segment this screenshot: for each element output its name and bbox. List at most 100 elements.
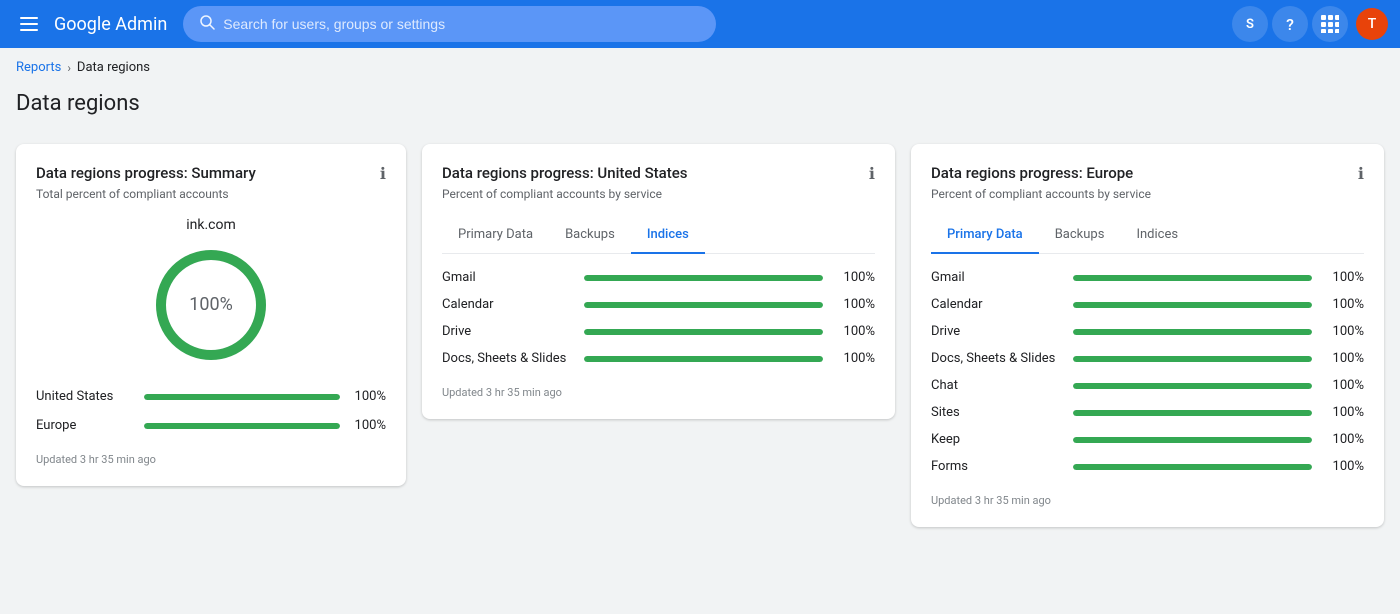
us-services: Gmail 100% Calendar 100% Drive — [442, 270, 875, 366]
service-label-docs-us: Docs, Sheets & Slides — [442, 351, 572, 366]
service-pct-sites-eu: 100% — [1324, 405, 1364, 420]
service-pct-docs-eu: 100% — [1324, 351, 1364, 366]
service-label-drive-eu: Drive — [931, 324, 1061, 339]
support-button[interactable]: S — [1232, 6, 1268, 42]
tab-europe-backups[interactable]: Backups — [1039, 217, 1121, 254]
service-fill-forms-eu — [1073, 464, 1312, 470]
summary-card-header: Data regions progress: Summary ℹ — [36, 164, 386, 183]
summary-card-subtitle: Total percent of compliant accounts — [36, 187, 386, 201]
help-button[interactable]: ? — [1272, 6, 1308, 42]
topbar: Google Admin S ? — [0, 0, 1400, 48]
us-card-subtitle: Percent of compliant accounts by service — [442, 187, 875, 201]
summary-progress-rows: United States 100% Europe 100% — [36, 389, 386, 433]
europe-card: Data regions progress: Europe ℹ Percent … — [911, 144, 1384, 527]
service-pct-calendar-eu: 100% — [1324, 297, 1364, 312]
cards-row: Data regions progress: Summary ℹ Total p… — [16, 144, 1384, 527]
donut-chart: 100% — [36, 245, 386, 365]
europe-card-title: Data regions progress: Europe — [931, 164, 1133, 182]
service-fill-docs-us — [584, 356, 823, 362]
progress-label-europe: Europe — [36, 418, 136, 433]
service-track-calendar-eu — [1073, 302, 1312, 308]
service-label-sites-eu: Sites — [931, 405, 1061, 420]
europe-card-header: Data regions progress: Europe ℹ — [931, 164, 1364, 183]
breadcrumb-separator: › — [67, 61, 71, 75]
service-pct-drive-eu: 100% — [1324, 324, 1364, 339]
europe-updated: Updated 3 hr 35 min ago — [931, 494, 1364, 507]
breadcrumb-current: Data regions — [77, 60, 150, 75]
tab-europe-primary-data[interactable]: Primary Data — [931, 217, 1039, 254]
tab-europe-indices[interactable]: Indices — [1120, 217, 1194, 254]
tab-us-indices[interactable]: Indices — [631, 217, 705, 254]
service-fill-docs-eu — [1073, 356, 1312, 362]
service-fill-calendar-eu — [1073, 302, 1312, 308]
service-row-docs-eu: Docs, Sheets & Slides 100% — [931, 351, 1364, 366]
search-input[interactable] — [223, 16, 699, 32]
search-icon — [199, 14, 215, 34]
progress-pct-europe: 100% — [348, 418, 386, 433]
service-pct-gmail-eu: 100% — [1324, 270, 1364, 285]
us-info-icon[interactable]: ℹ — [869, 164, 875, 183]
service-row-calendar-us: Calendar 100% — [442, 297, 875, 312]
summary-card: Data regions progress: Summary ℹ Total p… — [16, 144, 406, 486]
service-track-calendar-us — [584, 302, 823, 308]
service-track-chat-eu — [1073, 383, 1312, 389]
progress-fill-us — [144, 394, 340, 400]
service-track-docs-us — [584, 356, 823, 362]
service-row-keep-eu: Keep 100% — [931, 432, 1364, 447]
user-avatar[interactable]: T — [1356, 8, 1388, 40]
us-updated: Updated 3 hr 35 min ago — [442, 386, 875, 399]
service-fill-drive-eu — [1073, 329, 1312, 335]
us-card: Data regions progress: United States ℹ P… — [422, 144, 895, 419]
summary-card-title: Data regions progress: Summary — [36, 164, 256, 182]
service-fill-gmail-us — [584, 275, 823, 281]
domain-name: ink.com — [36, 217, 386, 233]
service-track-gmail-us — [584, 275, 823, 281]
progress-pct-us: 100% — [348, 389, 386, 404]
service-fill-keep-eu — [1073, 437, 1312, 443]
service-fill-gmail-eu — [1073, 275, 1312, 281]
search-bar[interactable] — [183, 6, 715, 42]
service-track-gmail-eu — [1073, 275, 1312, 281]
summary-info-icon[interactable]: ℹ — [380, 164, 386, 183]
apps-button[interactable] — [1312, 6, 1348, 42]
europe-services: Gmail 100% Calendar 100% Drive — [931, 270, 1364, 474]
service-row-drive-us: Drive 100% — [442, 324, 875, 339]
page-content: Data regions Data regions progress: Summ… — [0, 83, 1400, 551]
progress-track-europe — [144, 423, 340, 429]
tab-us-primary-data[interactable]: Primary Data — [442, 217, 549, 254]
service-label-keep-eu: Keep — [931, 432, 1061, 447]
service-label-drive-us: Drive — [442, 324, 572, 339]
service-row-calendar-eu: Calendar 100% — [931, 297, 1364, 312]
service-track-forms-eu — [1073, 464, 1312, 470]
service-track-keep-eu — [1073, 437, 1312, 443]
progress-row-europe: Europe 100% — [36, 418, 386, 433]
us-tabs: Primary Data Backups Indices — [442, 217, 875, 254]
service-pct-drive-us: 100% — [835, 324, 875, 339]
service-label-forms-eu: Forms — [931, 459, 1061, 474]
service-label-chat-eu: Chat — [931, 378, 1061, 393]
donut-svg: 100% — [151, 245, 271, 365]
summary-updated: Updated 3 hr 35 min ago — [36, 453, 386, 466]
progress-track-us — [144, 394, 340, 400]
progress-label-us: United States — [36, 389, 136, 404]
service-row-sites-eu: Sites 100% — [931, 405, 1364, 420]
service-track-drive-eu — [1073, 329, 1312, 335]
breadcrumb-reports[interactable]: Reports — [16, 60, 61, 75]
progress-row-us: United States 100% — [36, 389, 386, 404]
menu-icon[interactable] — [12, 4, 46, 44]
topbar-icons: S ? T — [1232, 6, 1388, 42]
europe-card-subtitle: Percent of compliant accounts by service — [931, 187, 1364, 201]
page-title: Data regions — [16, 83, 1384, 124]
service-pct-forms-eu: 100% — [1324, 459, 1364, 474]
service-track-drive-us — [584, 329, 823, 335]
us-card-header: Data regions progress: United States ℹ — [442, 164, 875, 183]
service-fill-calendar-us — [584, 302, 823, 308]
tab-us-backups[interactable]: Backups — [549, 217, 631, 254]
service-label-calendar-eu: Calendar — [931, 297, 1061, 312]
service-fill-drive-us — [584, 329, 823, 335]
app-name: Google Admin — [54, 14, 167, 35]
europe-tabs: Primary Data Backups Indices — [931, 217, 1364, 254]
service-label-gmail-eu: Gmail — [931, 270, 1061, 285]
app-logo: Google Admin — [54, 14, 167, 35]
europe-info-icon[interactable]: ℹ — [1358, 164, 1364, 183]
